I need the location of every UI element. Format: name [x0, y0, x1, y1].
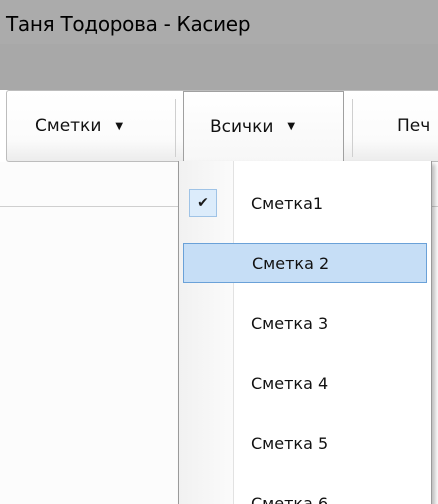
toolbar-separator: [175, 99, 176, 157]
toolbar-separator: [352, 99, 353, 157]
menu-item-label: Сметка 6: [251, 493, 329, 504]
menu-item-account-5[interactable]: Сметка 5: [183, 423, 427, 463]
print-button[interactable]: Печ: [397, 91, 430, 161]
title-bar-strip: [0, 44, 438, 90]
menu-item-label: Сметка 5: [251, 433, 329, 453]
toolbar: Сметки ▼ Всички ▼ Печ: [6, 90, 438, 162]
menu-item-account-6[interactable]: Сметка 6: [183, 483, 427, 504]
window-title: Таня Тодорова - Касиер: [6, 12, 251, 36]
menu-item-account-1[interactable]: ✔ Сметка1: [183, 183, 427, 223]
accounts-menu-button[interactable]: Сметки ▼: [35, 91, 123, 161]
all-menu-label: Всички: [210, 116, 274, 137]
menu-item-label: Сметка1: [251, 193, 324, 213]
menu-item-account-2[interactable]: Сметка 2: [183, 243, 427, 283]
all-menu-button[interactable]: Всички ▼: [183, 91, 344, 161]
menu-item-account-3[interactable]: Сметка 3: [183, 303, 427, 343]
accounts-menu-label: Сметки: [35, 116, 102, 136]
chevron-down-icon: ▼: [115, 120, 124, 132]
chevron-down-icon: ▼: [287, 121, 296, 132]
menu-item-account-4[interactable]: Сметка 4: [183, 363, 427, 403]
app-window: Таня Тодорова - Касиер Сметки ▼ Всички ▼…: [0, 0, 438, 504]
title-bar: Таня Тодорова - Касиер: [0, 0, 438, 44]
accounts-dropdown-menu: ✔ Сметка1 Сметка 2 Сметка 3 Сметка 4 Сме…: [178, 161, 432, 504]
print-button-label: Печ: [397, 116, 431, 136]
menu-item-label: Сметка 4: [251, 373, 329, 393]
menu-item-label: Сметка 3: [251, 313, 329, 333]
checkmark-icon: ✔: [189, 189, 217, 217]
menu-item-label: Сметка 2: [252, 253, 330, 273]
